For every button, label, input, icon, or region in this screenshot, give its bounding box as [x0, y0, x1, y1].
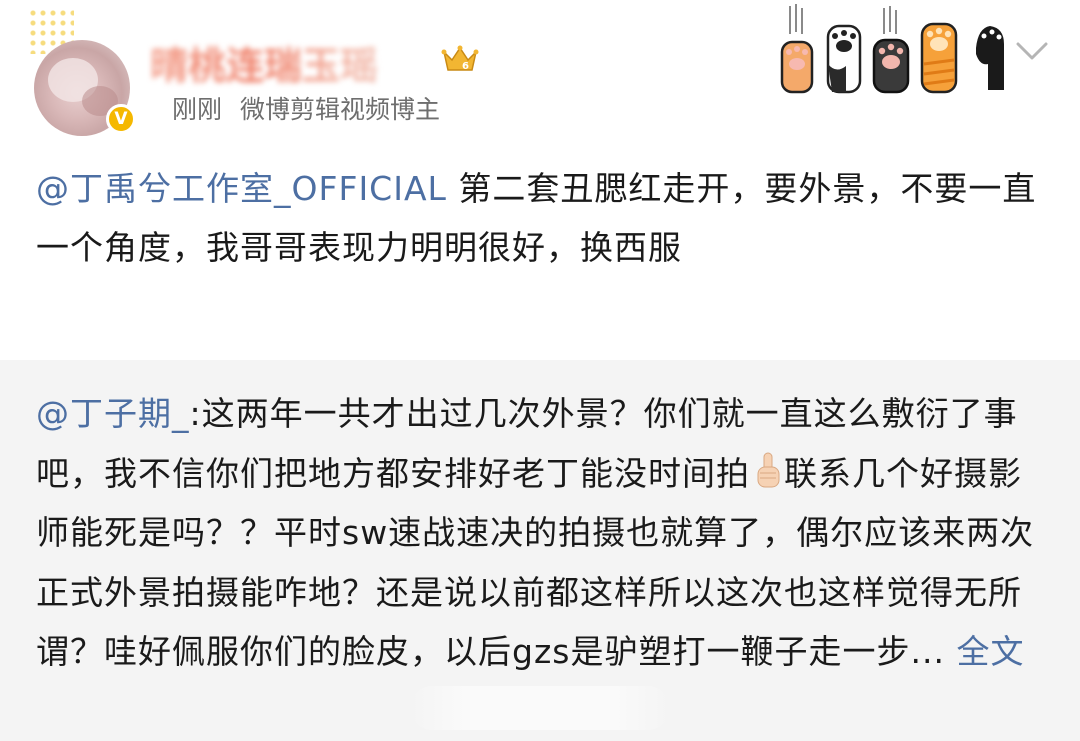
vip-crown-icon: 6 — [441, 45, 479, 72]
post-time: 刚刚 — [172, 95, 223, 124]
repost-body: @丁子期_:这两年一共才出过几次外景？你们就一直这么敷衍了事吧，我不信你们把地方… — [36, 384, 1054, 682]
middle-finger-emoji-icon — [757, 452, 780, 488]
cat-paws-decoration-icon — [780, 4, 1004, 94]
post-mention-link[interactable]: @丁禹兮工作室_OFFICIAL — [36, 169, 447, 208]
username[interactable]: 晴桃连瑞玉瑶 — [150, 44, 420, 88]
watermark-overlay — [410, 686, 670, 730]
repost-card[interactable]: @丁子期_:这两年一共才出过几次外景？你们就一直这么敷衍了事吧，我不信你们把地方… — [0, 360, 1080, 741]
chevron-down-icon[interactable] — [1012, 34, 1052, 68]
expand-full-text-link[interactable]: 全文 — [956, 632, 1024, 671]
vip-level-text: 6 — [462, 61, 469, 72]
post-source: 微博剪辑视频博主 — [240, 95, 441, 124]
post-body: @丁禹兮工作室_OFFICIAL 第二套丑腮红走开，要外景，不要一直一个角度，我… — [36, 159, 1046, 277]
post-meta: 刚刚 微博剪辑视频博主 — [172, 94, 458, 126]
verified-badge-icon: V — [106, 104, 136, 134]
repost-mention-link[interactable]: @丁子期_ — [36, 394, 190, 433]
